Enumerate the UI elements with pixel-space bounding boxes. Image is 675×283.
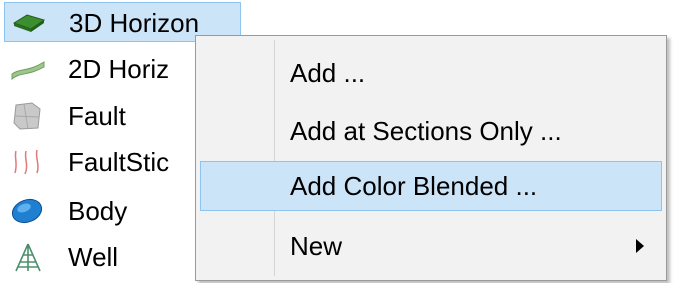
faultstick-icon	[10, 147, 46, 177]
menu-item-label: Add ...	[290, 58, 366, 88]
submenu-arrow-icon	[636, 239, 644, 253]
menu-item-add-at-sections-only[interactable]: Add at Sections Only ...	[200, 106, 662, 156]
tree-item-label: 2D Horiz	[68, 54, 170, 84]
menu-item-add[interactable]: Add ...	[200, 48, 662, 98]
context-menu: Add ... Add at Sections Only ... Add Col…	[195, 35, 667, 281]
tree-item-label: FaultStic	[68, 147, 170, 177]
2d-horizon-icon	[10, 54, 46, 84]
menu-item-new[interactable]: New	[200, 221, 662, 271]
fault-icon	[10, 101, 46, 131]
tree-item-label: 3D Horizon	[69, 8, 200, 38]
3d-horizon-icon	[11, 8, 47, 38]
well-icon	[10, 242, 46, 272]
tree-item-label: Well	[68, 242, 119, 272]
menu-item-label: Add at Sections Only ...	[290, 116, 562, 146]
body-icon	[10, 196, 46, 226]
tree-item-label: Body	[68, 196, 128, 226]
tree-item-label: Fault	[68, 101, 126, 131]
menu-item-label: Add Color Blended ...	[290, 171, 538, 201]
menu-item-label: New	[290, 231, 343, 261]
menu-item-add-color-blended[interactable]: Add Color Blended ...	[200, 161, 662, 211]
